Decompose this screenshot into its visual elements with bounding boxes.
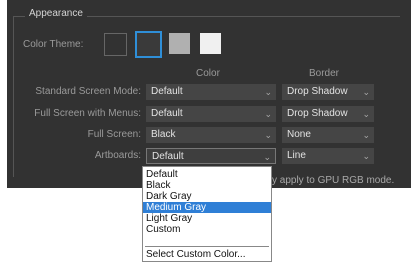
full-screen-color-select[interactable]: Black ⌄ (146, 127, 276, 143)
artboards-border-select[interactable]: Line ⌄ (282, 148, 374, 164)
chevron-down-icon: ⌄ (264, 87, 272, 97)
full-screen-menus-color-select[interactable]: Default ⌄ (146, 106, 276, 122)
option-medium-gray[interactable]: Medium Gray (143, 202, 271, 213)
row-label-standard-screen-mode: Standard Screen Mode: (35, 86, 141, 97)
chevron-down-icon: ⌄ (362, 109, 370, 119)
theme-swatch-medium-light[interactable] (169, 33, 190, 54)
standard-screen-border-value: Drop Shadow (287, 86, 348, 97)
color-theme-label: Color Theme: (23, 39, 84, 50)
full-screen-menus-color-value: Default (151, 108, 183, 119)
appearance-panel: Appearance Color Theme: Color Border Sta… (7, 0, 411, 188)
appearance-legend: Appearance (25, 8, 87, 19)
full-screen-border-value: None (287, 129, 311, 140)
theme-swatch-light[interactable] (200, 33, 221, 54)
chevron-down-icon: ⌄ (264, 109, 272, 119)
chevron-down-icon: ⌄ (362, 87, 370, 97)
option-light-gray[interactable]: Light Gray (143, 213, 271, 224)
option-select-custom-color[interactable]: Select Custom Color... (143, 249, 271, 260)
option-dark-gray[interactable]: Dark Gray (143, 191, 271, 202)
artboards-border-value: Line (287, 150, 306, 161)
dropdown-divider (145, 246, 269, 247)
row-label-full-screen-menus: Full Screen with Menus: (34, 108, 141, 119)
full-screen-color-value: Black (151, 129, 176, 140)
row-label-artboards: Artboards: (94, 150, 141, 161)
chevron-down-icon: ⌄ (362, 151, 370, 161)
chevron-down-icon: ⌄ (362, 130, 370, 140)
artboards-color-dropdown: Default Black Dark Gray Medium Gray Ligh… (142, 166, 272, 262)
theme-swatch-dark[interactable] (104, 33, 127, 56)
color-column-header: Color (196, 68, 220, 79)
full-screen-menus-border-select[interactable]: Drop Shadow ⌄ (282, 106, 374, 122)
theme-swatch-medium-dark[interactable] (135, 31, 162, 58)
standard-screen-color-select[interactable]: Default ⌄ (146, 84, 276, 100)
option-black[interactable]: Black (143, 180, 271, 191)
standard-screen-border-select[interactable]: Drop Shadow ⌄ (282, 84, 374, 100)
border-column-header: Border (309, 68, 340, 79)
chevron-down-icon: ⌄ (263, 152, 271, 162)
artboards-color-value: Default (152, 151, 184, 162)
row-label-full-screen: Full Screen: (87, 129, 141, 140)
option-default[interactable]: Default (143, 169, 271, 180)
chevron-down-icon: ⌄ (264, 130, 272, 140)
full-screen-border-select[interactable]: None ⌄ (282, 127, 374, 143)
option-custom[interactable]: Custom (143, 224, 271, 235)
gpu-note: y apply to GPU RGB mode. (272, 175, 395, 186)
standard-screen-color-value: Default (151, 86, 183, 97)
full-screen-menus-border-value: Drop Shadow (287, 108, 348, 119)
artboards-color-select[interactable]: Default ⌄ (146, 148, 276, 164)
